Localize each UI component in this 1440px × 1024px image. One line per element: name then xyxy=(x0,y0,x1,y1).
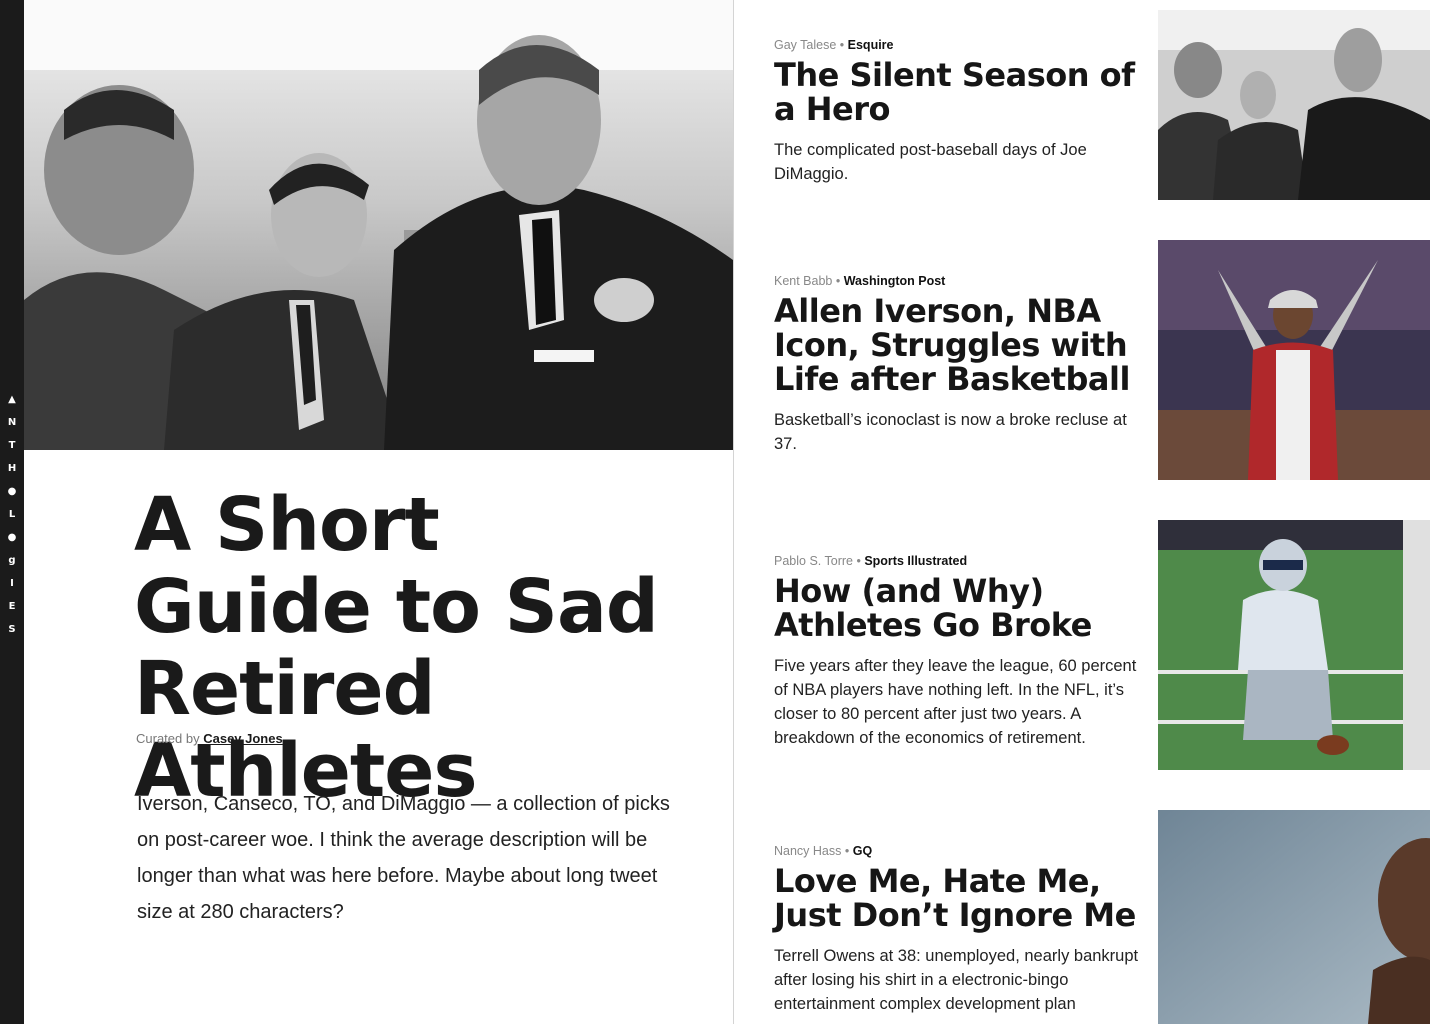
story-thumbnail-art xyxy=(1158,10,1430,200)
rail-letter: I xyxy=(10,578,14,589)
rail-letter: ● xyxy=(7,532,17,543)
rail-letter: T xyxy=(8,440,16,451)
curated-prefix: Curated by xyxy=(136,731,200,746)
story-description: Basketball’s iconoclast is now a broke r… xyxy=(774,411,1127,453)
story-publication: Washington Post xyxy=(843,274,946,288)
story-thumbnail-art xyxy=(1158,520,1430,770)
byline-separator: • xyxy=(841,844,853,858)
curator-link[interactable]: Casey Jones xyxy=(203,731,283,746)
story-author: Pablo S. Torre xyxy=(774,554,853,568)
story-thumbnail[interactable] xyxy=(1158,520,1430,770)
story-description: Five years after they leave the league, … xyxy=(774,657,1137,747)
hero-photo-art xyxy=(24,0,733,450)
byline-separator: • xyxy=(832,274,844,288)
rail-letter: N xyxy=(7,417,17,428)
story-thumbnail[interactable] xyxy=(1158,240,1430,480)
byline-separator: • xyxy=(852,554,865,568)
column-divider xyxy=(733,0,734,1024)
side-rail: ▲ N T H ● L ● g I E S xyxy=(0,0,24,1024)
story-thumbnail-art xyxy=(1158,240,1430,480)
story-author: Nancy Hass xyxy=(774,844,842,858)
story-author: Gay Talese xyxy=(774,38,837,52)
rail-letter: g xyxy=(8,555,16,566)
rail-letter: E xyxy=(8,601,16,612)
rail-letter: S xyxy=(8,624,16,635)
story-byline: Pablo S. Torre • Sports Illustrated xyxy=(774,554,1154,568)
page-title: A Short Guide to Sad Retired Athletes xyxy=(134,482,659,814)
rail-letter: H xyxy=(7,463,17,474)
story-item[interactable]: Pablo S. Torre • Sports Illustrated How … xyxy=(774,554,1154,750)
story-author: Kent Babb xyxy=(774,274,833,288)
story-item[interactable]: Gay Talese • Esquire The Silent Season o… xyxy=(774,38,1154,186)
story-title[interactable]: Allen Iverson, NBA Icon, Struggles with … xyxy=(774,294,1154,396)
story-thumbnail[interactable] xyxy=(1158,10,1430,200)
story-byline: Kent Babb • Washington Post xyxy=(774,274,1154,288)
anthologies-logo[interactable]: ▲ N T H ● L ● g I E S xyxy=(0,388,24,641)
rail-letter: L xyxy=(8,509,16,520)
story-byline: Gay Talese • Esquire xyxy=(774,38,1154,52)
story-description: The complicated post-baseball days of Jo… xyxy=(774,141,1087,183)
story-item[interactable]: Nancy Hass • GQ Love Me, Hate Me, Just D… xyxy=(774,844,1154,1016)
rail-letter: ● xyxy=(7,486,17,497)
story-thumbnail[interactable] xyxy=(1158,810,1430,1024)
story-title[interactable]: How (and Why) Athletes Go Broke xyxy=(774,574,1154,642)
story-item[interactable]: Kent Babb • Washington Post Allen Iverso… xyxy=(774,274,1154,456)
story-publication: Sports Illustrated xyxy=(864,554,968,568)
story-description: Terrell Owens at 38: unemployed, nearly … xyxy=(774,947,1139,1013)
byline-separator: • xyxy=(836,38,848,52)
story-title[interactable]: Love Me, Hate Me, Just Don’t Ignore Me xyxy=(774,864,1154,932)
collection-description: Iverson, Canseco, TO, and DiMaggio — a c… xyxy=(137,793,670,923)
story-publication: GQ xyxy=(852,844,873,858)
story-title[interactable]: The Silent Season of a Hero xyxy=(774,58,1154,126)
story-byline: Nancy Hass • GQ xyxy=(774,844,1154,858)
curated-by: Curated by Casey Jones xyxy=(136,731,283,746)
rail-letter: ▲ xyxy=(8,394,16,405)
story-thumbnail-art xyxy=(1158,810,1430,1024)
story-publication: Esquire xyxy=(847,38,894,52)
hero-photo xyxy=(24,0,733,450)
